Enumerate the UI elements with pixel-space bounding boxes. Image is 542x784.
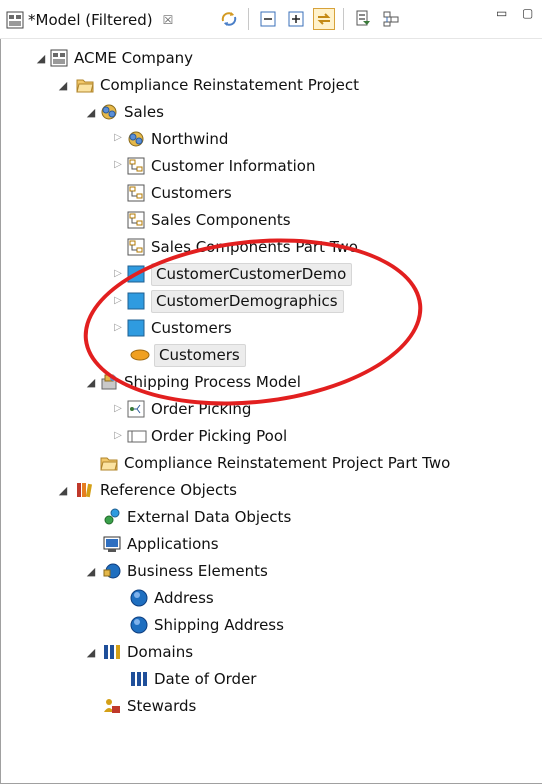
business-elements-icon	[103, 562, 121, 580]
stewards-icon	[103, 697, 121, 715]
applications-icon	[103, 535, 121, 553]
collapsed-arrow-icon[interactable]: ▷	[113, 132, 123, 143]
tree-item-applications[interactable]: Applications	[103, 531, 219, 557]
expand-arrow-icon[interactable]: ◢	[58, 484, 68, 497]
expand-all-icon[interactable]	[285, 8, 307, 30]
layout-icon[interactable]	[380, 8, 402, 30]
link-with-editor-icon[interactable]	[313, 8, 335, 30]
tree-label: Compliance Reinstatement Project	[100, 76, 360, 94]
business-element-icon	[130, 589, 148, 607]
collapsed-arrow-icon[interactable]: ▷	[113, 268, 123, 279]
filter-icon[interactable]	[352, 8, 374, 30]
tree-label: Applications	[127, 535, 219, 553]
expand-arrow-icon[interactable]: ◢	[86, 646, 96, 659]
toolbar-separator	[248, 8, 249, 30]
view-toolbar	[218, 8, 408, 30]
diagram-icon	[127, 157, 145, 175]
tree-item-business-elements[interactable]: Business Elements	[103, 558, 268, 584]
tree-label: Date of Order	[154, 670, 257, 688]
collapse-all-icon[interactable]	[257, 8, 279, 30]
tree-label: Sales	[124, 103, 164, 121]
tree-label: Business Elements	[127, 562, 268, 580]
toolbar-separator	[343, 8, 344, 30]
folder-icon	[76, 76, 94, 94]
diagram-icon	[127, 211, 145, 229]
collapsed-arrow-icon[interactable]: ▷	[113, 403, 123, 414]
tree-item-northwind[interactable]: Northwind	[127, 126, 228, 152]
model-icon	[50, 49, 68, 67]
tree-item-address[interactable]: Address	[130, 585, 214, 611]
diagram-icon	[127, 184, 145, 202]
tree-label: Sales Components	[151, 211, 291, 229]
tree-item-customers-diagram[interactable]: Customers	[127, 180, 232, 206]
pool-icon	[127, 427, 147, 445]
folder-icon	[100, 454, 118, 472]
tree-label: Reference Objects	[100, 481, 237, 499]
process-diagram-icon	[127, 400, 145, 418]
external-data-icon	[103, 508, 121, 526]
tab-title: *Model (Filtered)	[28, 11, 153, 29]
minimize-icon[interactable]: ▭	[496, 6, 507, 20]
tree-item-reference-objects[interactable]: Reference Objects	[76, 477, 237, 503]
tree-item-customer-information[interactable]: Customer Information	[127, 153, 315, 179]
tree-label: Address	[154, 589, 214, 607]
tree-label: Domains	[127, 643, 194, 661]
tree-item-stewards[interactable]: Stewards	[103, 693, 196, 719]
tree-item-domains[interactable]: Domains	[103, 639, 193, 665]
expand-arrow-icon[interactable]: ◢	[86, 376, 96, 389]
tree-item-project[interactable]: Compliance Reinstatement Project	[76, 72, 359, 98]
close-icon[interactable]: ☒	[163, 13, 174, 27]
tree-label: Compliance Reinstatement Project Part Tw…	[124, 454, 451, 472]
expand-arrow-icon[interactable]: ◢	[36, 52, 46, 65]
domain-icon	[130, 670, 148, 688]
tree-item-date-of-order[interactable]: Date of Order	[130, 666, 256, 692]
tree-label: External Data Objects	[127, 508, 292, 526]
expand-arrow-icon[interactable]: ◢	[86, 565, 96, 578]
tree-label: Shipping Address	[154, 616, 284, 634]
tree-item-acme-company[interactable]: ACME Company	[50, 45, 193, 71]
tree-label: Northwind	[151, 130, 229, 148]
package-icon	[100, 103, 118, 121]
sync-icon[interactable]	[218, 8, 240, 30]
expand-arrow-icon[interactable]: ◢	[86, 106, 96, 119]
package-icon	[127, 130, 145, 148]
tree-item-shipping-address[interactable]: Shipping Address	[130, 612, 284, 638]
business-element-icon	[130, 616, 148, 634]
tree-item-order-picking-pool[interactable]: Order Picking Pool	[127, 423, 287, 449]
tree-item-sales-components[interactable]: Sales Components	[127, 207, 291, 233]
collapsed-arrow-icon[interactable]: ▷	[113, 430, 123, 441]
view-tab-bar: *Model (Filtered) ☒ ▭ ▢	[0, 0, 542, 39]
model-tab-icon	[6, 11, 24, 29]
diagram-icon	[127, 238, 145, 256]
expand-arrow-icon[interactable]: ◢	[58, 79, 68, 92]
domains-icon	[103, 643, 121, 661]
tree-label: Stewards	[127, 697, 197, 715]
collapsed-arrow-icon[interactable]: ▷	[113, 159, 123, 170]
model-tab[interactable]: *Model (Filtered) ☒	[6, 4, 173, 36]
tree-item-project-part-two[interactable]: Compliance Reinstatement Project Part Tw…	[100, 450, 450, 476]
tree-label: ACME Company	[74, 49, 194, 67]
tree-label: Customer Information	[151, 157, 316, 175]
tree-label: Customers	[151, 184, 232, 202]
library-icon	[76, 481, 94, 499]
maximize-icon[interactable]: ▢	[522, 6, 533, 20]
tree-label: Order Picking Pool	[151, 427, 288, 445]
tree-item-sales[interactable]: Sales	[100, 99, 164, 125]
tree-item-external-data-objects[interactable]: External Data Objects	[103, 504, 291, 530]
